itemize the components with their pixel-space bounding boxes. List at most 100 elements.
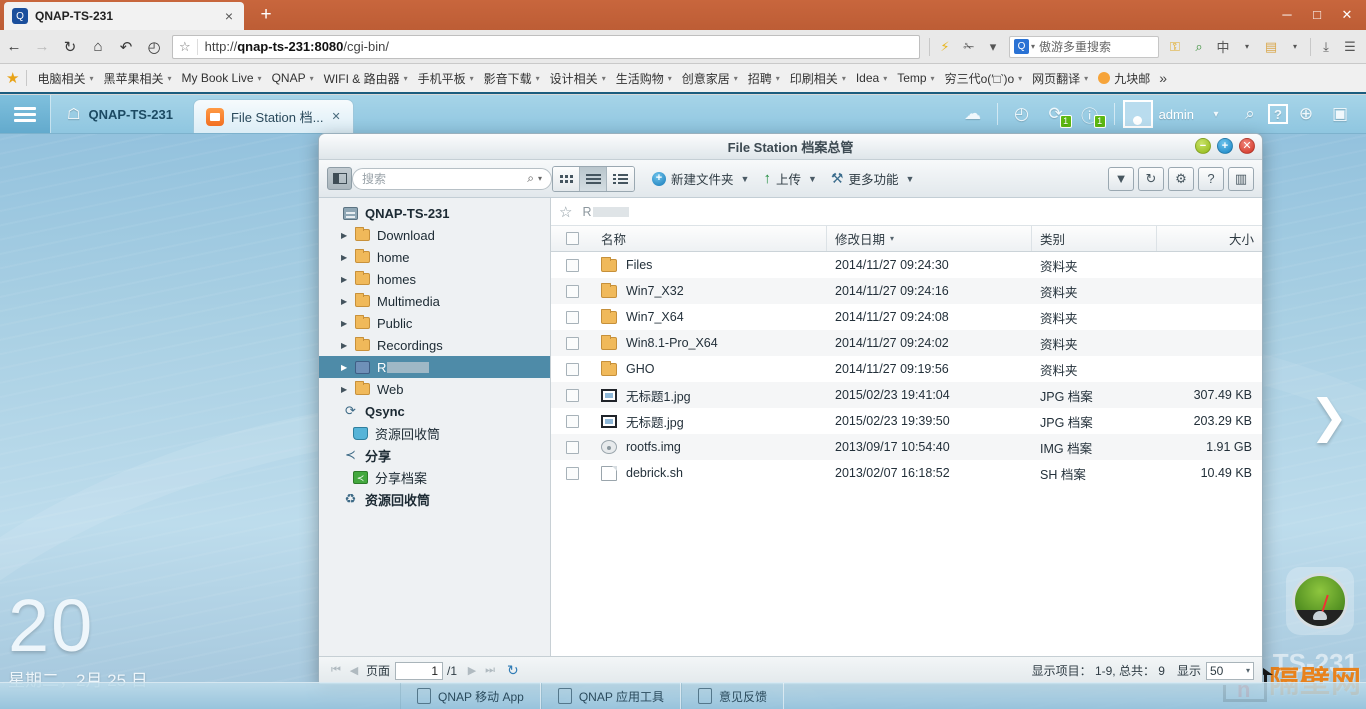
- ime-icon[interactable]: 中: [1211, 34, 1235, 60]
- username-label[interactable]: admin: [1155, 107, 1198, 122]
- close-icon[interactable]: ✕: [331, 110, 340, 123]
- chevron-down-icon[interactable]: ▼: [808, 174, 817, 184]
- dashboard-orb-icon[interactable]: [1286, 567, 1354, 635]
- new-tab-button[interactable]: +: [252, 5, 280, 27]
- help-icon[interactable]: ?: [1268, 104, 1288, 124]
- prev-page-icon[interactable]: ◀: [345, 662, 363, 680]
- close-icon[interactable]: ×: [222, 8, 236, 24]
- bookmark-item[interactable]: 生活购物 ▾: [611, 68, 677, 89]
- refresh-icon[interactable]: ↻: [507, 662, 519, 679]
- info-icon[interactable]: ⓘ 1: [1074, 98, 1106, 130]
- minimize-icon[interactable]: −: [1195, 138, 1211, 154]
- remote-display-icon[interactable]: ▣: [1324, 98, 1356, 130]
- maximize-icon[interactable]: +: [1217, 138, 1233, 154]
- tree-item-shared-files[interactable]: ≺ 分享档案: [319, 466, 550, 488]
- bookmark-star-icon[interactable]: ☆: [179, 39, 191, 55]
- chevron-down-icon[interactable]: ▾: [981, 34, 1005, 60]
- address-bar[interactable]: ☆ http://qnap-ts-231:8080/cgi-bin/: [172, 34, 920, 59]
- tree-item-home[interactable]: ▶ home: [319, 246, 550, 268]
- table-row[interactable]: Files 2014/11/27 09:24:30 资料夹: [551, 252, 1262, 278]
- bookmark-item[interactable]: QNAP ▾: [267, 69, 319, 87]
- expand-arrow-icon[interactable]: ▶: [341, 231, 355, 240]
- bookmarks-overflow-button[interactable]: »: [1155, 70, 1171, 86]
- tree-item-multimedia[interactable]: ▶ Multimedia: [319, 290, 550, 312]
- tree-item-qsync-recycle[interactable]: 资源回收筒: [319, 422, 550, 444]
- tree-item-recycle-bin[interactable]: ♻ 资源回收筒: [319, 488, 550, 510]
- column-header-kind[interactable]: 类别: [1032, 226, 1157, 251]
- column-header-size[interactable]: 大小: [1157, 226, 1262, 251]
- bookmark-item[interactable]: 穷三代o(′□‵)o ▾: [940, 68, 1028, 89]
- bookmark-item[interactable]: 印刷相关 ▾: [785, 68, 851, 89]
- tree-item-share[interactable]: ≺ 分享: [319, 444, 550, 466]
- menu-icon[interactable]: ☰: [1338, 34, 1362, 60]
- bookmark-item[interactable]: 九块邮: [1093, 68, 1155, 89]
- detail-view-icon[interactable]: [607, 166, 634, 191]
- browser-tab[interactable]: Q QNAP-TS-231 ×: [4, 2, 244, 30]
- expand-arrow-icon[interactable]: ▶: [341, 319, 355, 328]
- browser-search-input[interactable]: Q ▾ 傲游多重搜索: [1009, 35, 1159, 58]
- cloud-icon[interactable]: ☁: [957, 98, 989, 130]
- next-page-arrow-icon[interactable]: ❯: [1300, 380, 1358, 452]
- layout-toggle-icon[interactable]: ▥: [1228, 166, 1254, 191]
- expand-arrow-icon[interactable]: ▶: [341, 275, 355, 284]
- expand-arrow-icon[interactable]: ▶: [341, 297, 355, 306]
- close-window-icon[interactable]: ✕: [1332, 2, 1362, 28]
- tree-item-public[interactable]: ▶ Public: [319, 312, 550, 334]
- forward-icon[interactable]: →: [28, 33, 56, 61]
- tree-item-download[interactable]: ▶ Download: [319, 224, 550, 246]
- expand-arrow-icon[interactable]: ▶: [341, 363, 355, 372]
- row-checkbox[interactable]: [551, 336, 593, 350]
- row-checkbox[interactable]: [551, 388, 593, 402]
- avatar[interactable]: [1122, 100, 1153, 128]
- gear-icon[interactable]: ⚙: [1168, 166, 1194, 191]
- qnap-home-tab[interactable]: ☖ QNAP-TS-231: [50, 95, 189, 133]
- search-icon[interactable]: ⌕: [1234, 98, 1266, 130]
- chevron-down-icon[interactable]: ▼: [905, 174, 914, 184]
- tree-item-selected-share[interactable]: ▶ R: [319, 356, 550, 378]
- chevron-down-icon[interactable]: ▾: [1235, 34, 1259, 60]
- table-row[interactable]: Win7_X64 2014/11/27 09:24:08 资料夹: [551, 304, 1262, 330]
- chevron-down-icon[interactable]: ▼: [741, 174, 750, 184]
- list-view-icon[interactable]: [580, 166, 607, 191]
- plugin-icon[interactable]: ✁: [957, 34, 981, 60]
- filter-icon[interactable]: ▼: [1108, 166, 1134, 191]
- tree-item-web[interactable]: ▶ Web: [319, 378, 550, 400]
- taskbar-item-mobile-app[interactable]: QNAP 移动 App: [400, 683, 541, 709]
- help-icon[interactable]: ?: [1198, 166, 1224, 191]
- bookmark-item[interactable]: 影音下载 ▾: [479, 68, 545, 89]
- page-size-select[interactable]: 50 ▾: [1206, 661, 1254, 680]
- key-icon[interactable]: ⚿: [1163, 34, 1187, 60]
- home-icon[interactable]: ⌂: [84, 33, 112, 61]
- select-all-checkbox[interactable]: [551, 226, 593, 251]
- row-checkbox[interactable]: [551, 258, 593, 272]
- refresh-icon[interactable]: ↻: [1138, 166, 1164, 191]
- minimize-icon[interactable]: ─: [1272, 2, 1302, 28]
- table-row[interactable]: Win8.1-Pro_X64 2014/11/27 09:24:02 资料夹: [551, 330, 1262, 356]
- bookmark-item[interactable]: 招聘 ▾: [743, 68, 785, 89]
- taskbar-item-utilities[interactable]: QNAP 应用工具: [540, 683, 681, 709]
- bookmark-item[interactable]: 电脑相关 ▾: [32, 68, 98, 89]
- table-row[interactable]: GHO 2014/11/27 09:19:56 资料夹: [551, 356, 1262, 382]
- row-checkbox[interactable]: [551, 362, 593, 376]
- undo-icon[interactable]: ↶: [112, 33, 140, 61]
- bookmark-item[interactable]: 创意家居 ▾: [677, 68, 743, 89]
- row-checkbox[interactable]: [551, 414, 593, 428]
- tree-item-root[interactable]: QNAP-TS-231: [319, 202, 550, 224]
- thumbnail-view-icon[interactable]: [553, 166, 580, 191]
- search-input[interactable]: 搜索 ⌕ ▾: [352, 167, 552, 190]
- page-input[interactable]: 1: [395, 661, 444, 680]
- bookmark-item[interactable]: Temp ▾: [892, 69, 939, 87]
- qnap-app-tab-file-station[interactable]: File Station 档... ✕: [192, 99, 354, 133]
- background-task-icon[interactable]: ⟳ 1: [1040, 98, 1072, 130]
- bookmark-item[interactable]: 黑苹果相关 ▾: [98, 68, 176, 89]
- sidebar-toggle-button[interactable]: [327, 167, 352, 190]
- back-icon[interactable]: ←: [0, 33, 28, 61]
- row-checkbox[interactable]: [551, 284, 593, 298]
- more-functions-button[interactable]: ⚒ 更多功能 ▼: [824, 166, 922, 192]
- table-row[interactable]: debrick.sh 2013/02/07 16:18:52 SH 档案 10.…: [551, 460, 1262, 486]
- search-icon[interactable]: ⌕: [527, 171, 534, 186]
- download-icon[interactable]: ⤓: [1314, 34, 1338, 60]
- clock-icon[interactable]: ◴: [1006, 98, 1038, 130]
- chevron-down-icon[interactable]: ▾: [1283, 34, 1307, 60]
- bookmark-star-icon[interactable]: ★: [6, 69, 19, 87]
